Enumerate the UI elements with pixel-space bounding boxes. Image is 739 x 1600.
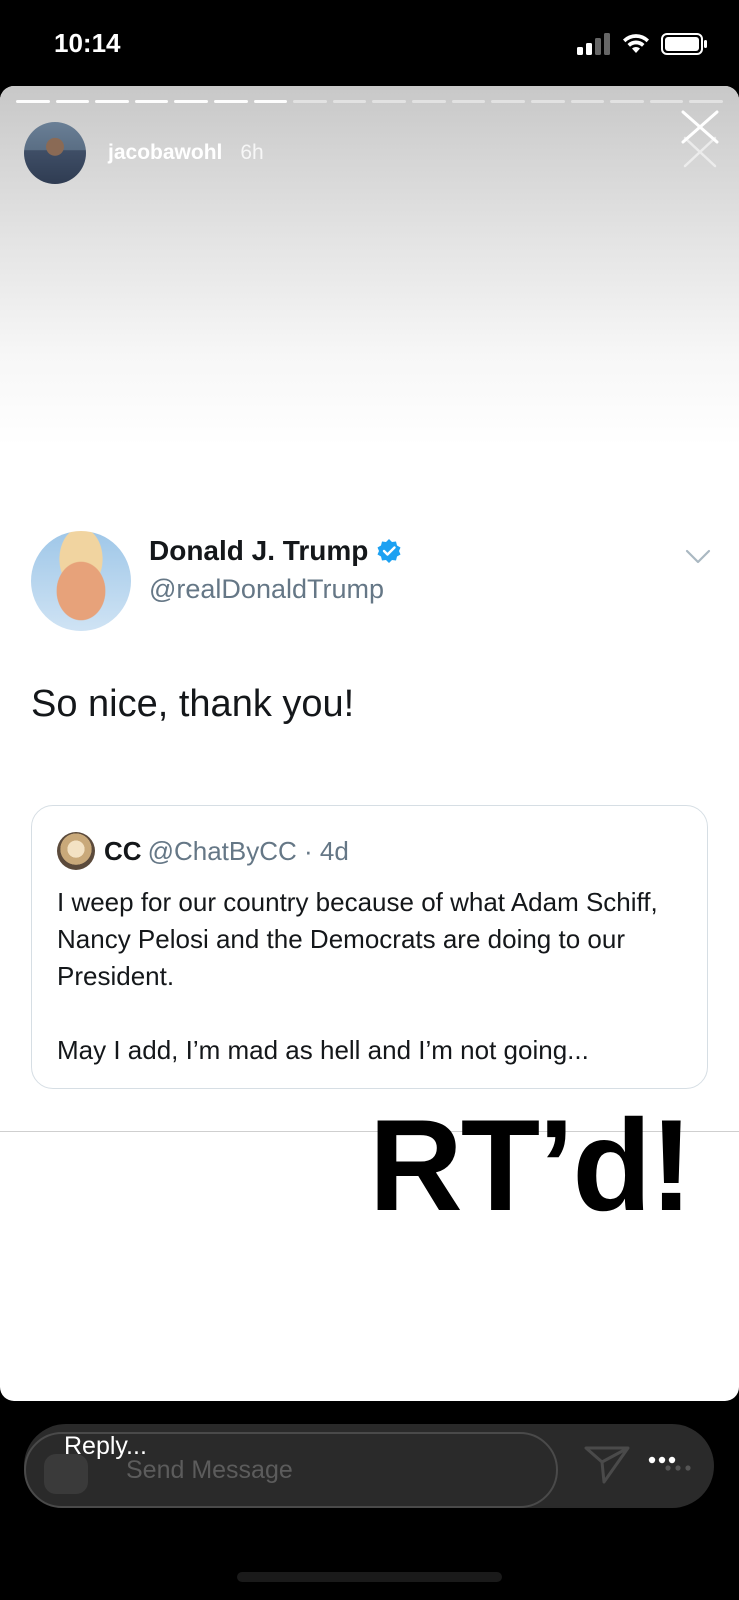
send-message-placeholder: Send Message	[126, 1456, 293, 1484]
tweet-author-handle: @realDonaldTrump	[149, 574, 384, 604]
home-indicator	[237, 1572, 502, 1582]
story-progress-segment	[174, 100, 209, 103]
tweet-author-name: Donald J. Trump	[149, 535, 369, 566]
cellular-signal-icon	[577, 33, 610, 55]
status-bar: 10:14	[0, 0, 739, 86]
tweet-author-avatar	[31, 531, 131, 631]
story-progress-segment	[134, 100, 169, 103]
story-progress-segment	[95, 100, 129, 103]
quoted-tweet-avatar	[57, 832, 95, 870]
quoted-tweet-name: CC	[104, 836, 142, 866]
quoted-tweet: CC @ChatByCC · 4d I weep for our country …	[31, 805, 708, 1089]
quoted-tweet-paragraph: May I add, I’m mad as hell and I’m not g…	[57, 1035, 589, 1065]
story-progress-segment	[253, 100, 288, 103]
story-progress-segment	[16, 100, 50, 103]
story-progress-segment	[530, 100, 565, 103]
story-progress-segment	[293, 100, 327, 103]
quoted-tweet-header: CC @ChatByCC · 4d	[104, 836, 349, 867]
wifi-icon	[623, 34, 649, 53]
story-progress-segment	[570, 100, 605, 103]
story-progress-segment	[610, 100, 644, 103]
story-progress-segment	[649, 100, 684, 103]
more-options-icon[interactable]	[644, 1454, 694, 1474]
story-progress-bar	[16, 100, 723, 104]
status-icons	[577, 32, 709, 56]
story-progress-segment	[451, 100, 486, 103]
quoted-tweet-handle: @ChatByCC · 4d	[147, 836, 349, 866]
status-time: 10:14	[54, 28, 121, 58]
reply-bar: Send Message Reply...	[24, 1424, 714, 1508]
story-progress-segment	[491, 100, 525, 103]
quoted-tweet-body: I weep for our country because of what A…	[57, 884, 687, 1069]
story-username[interactable]: jacobawohl	[108, 141, 222, 165]
verified-badge-icon	[377, 539, 401, 563]
close-icon	[681, 110, 719, 168]
tweet-author: Donald J. Trump	[149, 535, 402, 567]
close-button[interactable]	[679, 108, 721, 170]
story-progress-segment	[332, 100, 367, 103]
story-progress-segment	[214, 100, 248, 103]
story-caption: RT’d!	[368, 1092, 693, 1238]
tweet-text: So nice, thank you!	[31, 683, 355, 725]
story-time: 6h	[240, 141, 264, 164]
chevron-down-icon	[685, 549, 711, 564]
story-avatar[interactable]	[24, 122, 86, 184]
quoted-tweet-paragraph: I weep for our country because of what A…	[57, 887, 658, 991]
send-icon[interactable]	[582, 1442, 632, 1486]
battery-icon	[661, 33, 707, 55]
reply-input[interactable]: Reply...	[64, 1432, 147, 1461]
story-progress-segment	[412, 100, 446, 103]
story-progress-segment	[689, 100, 723, 103]
story-progress-segment	[372, 100, 407, 103]
story-header: jacobawohl 6h	[24, 122, 264, 184]
story-progress-segment	[55, 100, 90, 103]
